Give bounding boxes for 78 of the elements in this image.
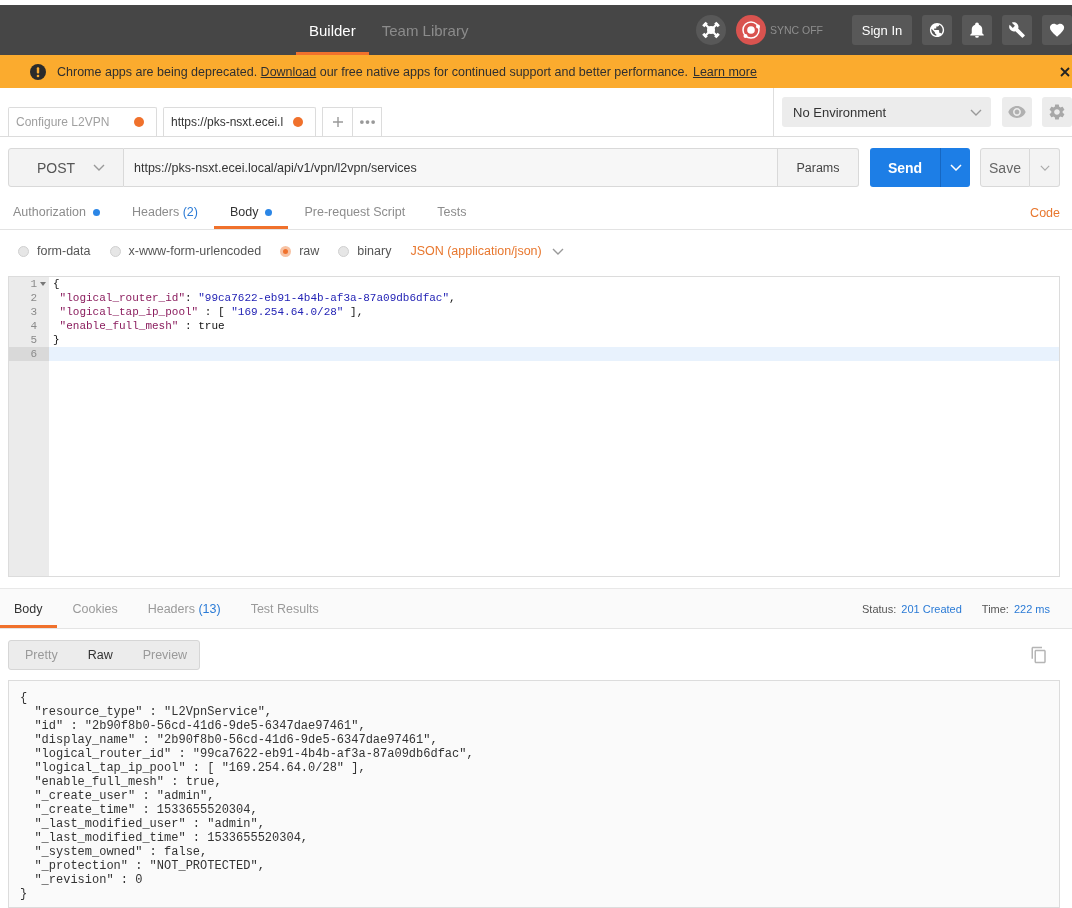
more-icon xyxy=(359,120,375,124)
radio-label[interactable]: form-data xyxy=(37,244,91,258)
eye-icon[interactable] xyxy=(1002,97,1032,127)
code-line: "_revision" : 0 xyxy=(33,873,144,887)
request-tab[interactable]: https://pks-nsxt.ecei.l xyxy=(163,107,317,136)
learn-more-link[interactable]: Learn more xyxy=(692,64,757,79)
code-line: "_last_modified_user" : "admin", xyxy=(33,817,266,831)
chevron-down-icon xyxy=(970,108,982,116)
line-number: 4 xyxy=(29,319,38,333)
response-tab[interactable]: Headers (13) xyxy=(133,589,235,628)
view-mode-tab[interactable]: Raw xyxy=(72,641,128,669)
save-button[interactable]: Save xyxy=(980,148,1030,187)
code-line: "_create_time" : 1533655520304, xyxy=(33,803,259,817)
code-line: "logical_router_id": "99ca7622-eb91-4b4b-af3a-87a09db6dfac", xyxy=(58,291,457,305)
settings-icon[interactable] xyxy=(1042,97,1072,127)
code-line: "resource_type" : "L2VpnService", xyxy=(33,705,274,719)
status-value: 201 Created xyxy=(901,602,962,615)
plus-icon xyxy=(332,117,343,127)
line-number: 1 xyxy=(29,277,37,291)
globe-icon[interactable] xyxy=(922,15,952,45)
radio-label[interactable]: raw xyxy=(299,244,320,258)
radio-button[interactable] xyxy=(338,245,350,257)
time-value: 222 ms xyxy=(1013,602,1050,615)
sync-icon[interactable] xyxy=(735,15,766,45)
code-line: "_protection" : "NOT_PROTECTED", xyxy=(33,859,266,873)
copy-icon[interactable] xyxy=(1030,646,1048,664)
code-line: "id" : "2b90f8b0-56cd-41d6-9de5-6347dae97461", xyxy=(33,719,367,733)
chevron-down-icon xyxy=(551,247,564,255)
radio-button[interactable] xyxy=(109,245,121,257)
line-number: 3 xyxy=(29,305,38,319)
radio-label[interactable]: binary xyxy=(357,244,392,258)
code-line: "logical_router_id" : "99ca7622-eb91-4b4b-af3a-87a09db6dfac", xyxy=(33,747,475,761)
code-line: "_last_modified_time" : 1533655520304, xyxy=(33,831,310,845)
radio-label[interactable]: x-www-form-urlencoded xyxy=(128,244,262,258)
environment-dropdown[interactable]: No Environment xyxy=(782,97,991,127)
radio-button[interactable] xyxy=(18,245,29,257)
radio-button[interactable] xyxy=(280,245,292,257)
status-label: Status: xyxy=(862,602,897,615)
download-link[interactable]: Download xyxy=(260,64,317,79)
section-tab[interactable]: Tests xyxy=(421,195,483,229)
caret-icon[interactable] xyxy=(40,282,46,286)
satellite-icon[interactable] xyxy=(695,15,726,45)
chevron-down-icon xyxy=(949,164,962,171)
url-field[interactable]: https://pks-nsxt.ecei.local/api/v1/vpn/l2vpn/services xyxy=(124,148,778,187)
code-line: "logical_tap_ip_pool" : [ "169.254.64.0/28" ], xyxy=(58,305,365,319)
code-line: "_create_user" : "admin", xyxy=(33,789,216,803)
section-tab[interactable]: Headers (2) xyxy=(115,195,214,229)
sync-status: SYNC OFF xyxy=(769,24,823,36)
wrench-icon[interactable] xyxy=(1002,15,1032,45)
code-line: { xyxy=(20,691,29,705)
section-tab[interactable]: Pre-request Script xyxy=(288,195,422,229)
chevron-down-icon xyxy=(1039,164,1050,171)
code-editor[interactable]: 1 { 2 "logical_router_id": "99ca7622-eb91-4b4b-af3a-87a09db6dfac", 3 "logical_tap_ip_pool" : [ "169.254.64.0/28" ], 4 "enable_full_mesh" : true 5 } 6 xyxy=(8,276,1060,577)
time-label: Time: xyxy=(981,602,1009,615)
section-tab[interactable]: Authorization xyxy=(0,195,116,229)
section-tab[interactable]: Body xyxy=(213,195,289,229)
send-button[interactable]: Send xyxy=(870,148,940,187)
response-tab[interactable]: Body xyxy=(0,589,57,628)
params-button[interactable]: Params xyxy=(778,148,859,187)
bell-icon[interactable] xyxy=(962,15,992,45)
code-line: "enable_full_mesh" : true xyxy=(58,319,226,333)
code-line: "_system_owned" : false, xyxy=(33,845,209,859)
sign-in-button[interactable]: Sign In xyxy=(852,15,912,45)
code-line: { xyxy=(52,277,61,291)
code-line: } xyxy=(52,333,61,347)
code-line: "enable_full_mesh" : true, xyxy=(33,775,223,789)
banner-message: Chrome apps are being deprecated. Download our free native apps for continued support and better performance. xyxy=(57,64,688,79)
chevron-down-icon xyxy=(93,164,106,171)
send-menu-button[interactable] xyxy=(940,148,970,187)
close-icon[interactable] xyxy=(1060,66,1070,77)
line-number: 5 xyxy=(29,333,38,347)
line-number: 2 xyxy=(29,291,38,305)
code-line: "display_name" : "2b90f8b0-56cd-41d6-9de5-6347dae97461", xyxy=(33,733,439,747)
method-dropdown[interactable]: POST xyxy=(8,148,124,187)
line-number: 6 xyxy=(9,347,49,361)
code-line: } xyxy=(20,887,29,901)
exclamation-icon xyxy=(30,63,46,80)
code-line: "logical_tap_ip_pool" : [ "169.254.64.0/28" ], xyxy=(33,761,367,775)
